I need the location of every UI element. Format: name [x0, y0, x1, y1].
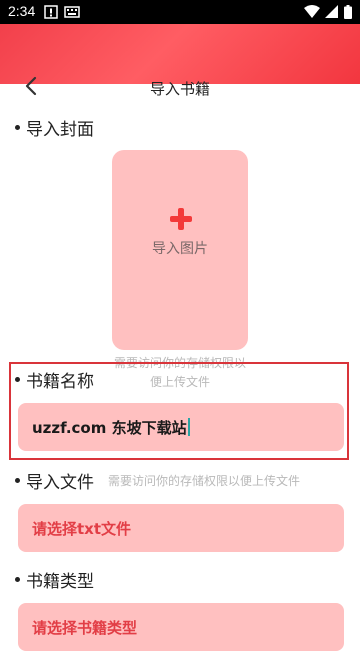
import-file-title-label: 导入文件	[26, 473, 94, 493]
select-txt-file-button[interactable]: 请选择txt文件	[18, 504, 344, 552]
text-cursor	[187, 418, 190, 436]
book-type-section-title: 书籍类型	[15, 567, 94, 592]
cover-title-label: 导入封面	[26, 120, 94, 140]
nav-bar: 导入书籍	[0, 72, 360, 102]
status-bar: 2:34	[0, 0, 360, 24]
import-file-permission-hint: 需要访问你的存储权限以便上传文件	[108, 474, 301, 488]
bullet-dot	[15, 478, 20, 483]
book-name-input[interactable]: uzzf.com 东坡下载站	[18, 403, 344, 451]
bullet-dot	[15, 377, 20, 382]
book-name-title-label: 书籍名称	[26, 372, 94, 392]
bullet-dot	[15, 125, 20, 130]
import-file-section-title: 导入文件 需要访问你的存储权限以便上传文件	[15, 468, 300, 493]
signal-icon	[325, 5, 338, 18]
book-type-title-label: 书籍类型	[26, 572, 94, 592]
select-book-type-label: 请选择书籍类型	[32, 618, 138, 637]
select-book-type-button[interactable]: 请选择书籍类型	[18, 603, 344, 651]
battery-icon	[344, 5, 352, 19]
alert-icon	[44, 5, 58, 19]
bullet-dot	[15, 577, 20, 582]
book-name-section-title: 书籍名称	[15, 367, 94, 392]
keyboard-icon	[64, 6, 80, 18]
wifi-icon	[304, 5, 320, 18]
import-image-label: 导入图片	[152, 241, 208, 257]
cover-section-title: 导入封面	[15, 115, 94, 140]
import-image-button[interactable]: 导入图片	[112, 150, 248, 350]
page-title: 导入书籍	[149, 80, 210, 98]
book-name-value: uzzf.com 东坡下载站	[32, 418, 187, 437]
plus-icon	[170, 208, 192, 230]
status-time: 2:34	[8, 3, 36, 19]
select-txt-file-label: 请选择txt文件	[32, 519, 132, 538]
